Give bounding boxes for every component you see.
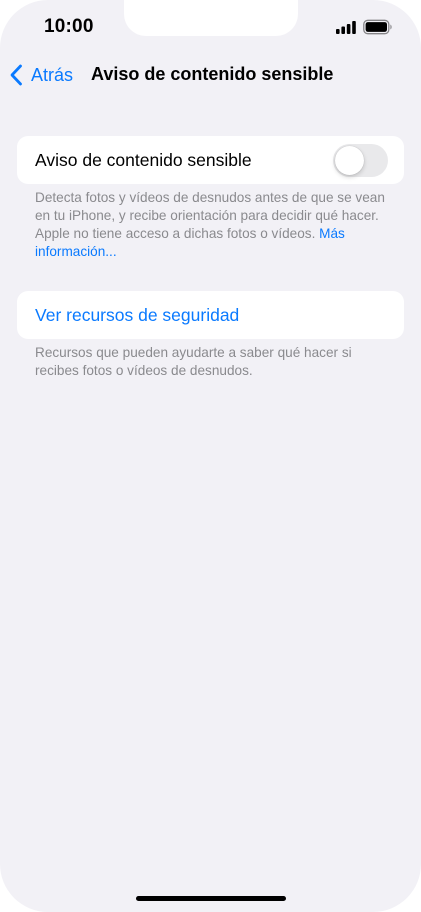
phone-screen: 10:00 Atrás Aviso de contenido sensible … xyxy=(0,0,421,912)
navigation-bar: Atrás Aviso de contenido sensible xyxy=(0,56,421,94)
notch xyxy=(124,0,298,36)
sensitive-content-toggle-row: Aviso de contenido sensible xyxy=(17,136,404,184)
back-button[interactable]: Atrás xyxy=(9,62,73,88)
home-indicator[interactable] xyxy=(136,896,286,901)
safety-resources-link[interactable]: Ver recursos de seguridad xyxy=(35,305,239,326)
safety-resources-description: Recursos que pueden ayudarte a saber qué… xyxy=(35,344,390,380)
back-button-label: Atrás xyxy=(31,64,74,85)
safety-resources-row[interactable]: Ver recursos de seguridad xyxy=(17,291,404,339)
page-title: Aviso de contenido sensible xyxy=(91,64,334,84)
sensitive-content-description: Detecta fotos y vídeos de desnudos antes… xyxy=(35,189,390,261)
sensitive-content-toggle-label: Aviso de contenido sensible xyxy=(35,150,252,170)
safety-resources-description-text: Recursos que pueden ayudarte a saber qué… xyxy=(35,345,352,378)
status-time: 10:00 xyxy=(44,16,94,37)
toggle-knob xyxy=(335,146,364,175)
battery-icon xyxy=(363,19,392,35)
status-bar: 10:00 xyxy=(0,0,421,56)
sensitive-content-toggle[interactable] xyxy=(333,144,388,177)
chevron-left-icon xyxy=(10,64,22,86)
cellular-signal-icon xyxy=(336,21,356,34)
